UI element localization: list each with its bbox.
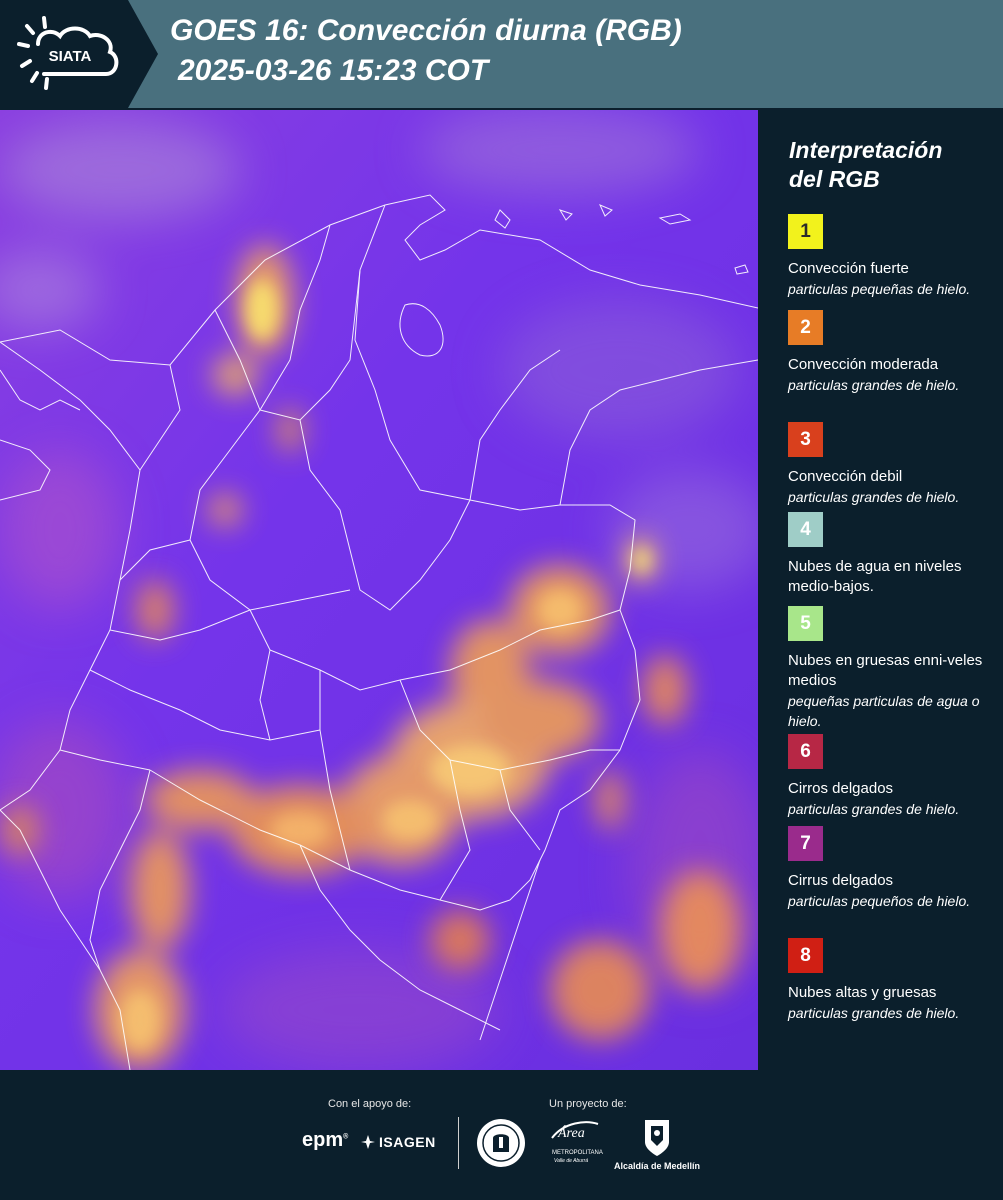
legend-swatch: 8: [788, 938, 823, 973]
satellite-image: [0, 110, 758, 1070]
area-logo-text: Área: [558, 1126, 585, 1141]
footer-divider: [458, 1117, 459, 1169]
area-logo-subtext-2: Valle de Aburrá: [554, 1158, 589, 1164]
siata-logo: SIATA: [17, 16, 119, 90]
medellin-seal-icon: [477, 1119, 525, 1167]
area-logo-subtext: METROPOLITANA: [552, 1150, 603, 1156]
legend-entry-text: Convección moderada particulas grandes de…: [788, 355, 988, 395]
legend-entry-label: Convección debil: [788, 468, 903, 485]
legend-entry-label: Cirros delgados: [788, 780, 894, 797]
legend-entry-description: pequeñas particulas de agua o hielo.: [788, 693, 980, 729]
legend-entry-description: particulas grandes de hielo.: [788, 377, 960, 393]
legend-entry-label: Nubes de agua en niveles medio-bajos.: [788, 558, 962, 595]
support-label: Con el apoyo de:: [328, 1098, 412, 1110]
legend-entry: 4 Nubes de agua en niveles medio-bajos.: [788, 512, 988, 597]
epm-logo-text: epm: [302, 1129, 344, 1151]
legend-entry-text: Nubes de agua en niveles medio-bajos.: [788, 557, 988, 597]
legend-entry-label: Convección moderada: [788, 356, 939, 373]
legend-entry: 2 Convección moderada particulas grandes d…: [788, 310, 988, 395]
medellin-shield-icon: [645, 1120, 669, 1156]
header-bar: SIATA GOES 16: Convección diurna (RGB) 2…: [0, 0, 1003, 108]
legend-entry-text: Nubes en gruesas enni-veles medios pequeñ…: [788, 651, 988, 731]
logo-arrow: [128, 0, 158, 108]
epm-logo-mark: ®: [343, 1133, 349, 1141]
legend-entry-label: Nubes altas y gruesas: [788, 984, 937, 1001]
legend-entry: 5 Nubes en gruesas enni-veles medios peque…: [788, 606, 988, 731]
legend-entry-text: Cirros delgados particulas grandes de hie…: [788, 779, 988, 819]
legend-entry-text: Convección fuerte particulas pequeñas de …: [788, 259, 988, 299]
page-datetime: 2025-03-26 15:23 COT: [178, 54, 489, 87]
legend-entry-description: particulas pequeños de hielo.: [788, 893, 971, 909]
footer: Con el apoyo de: Un proyecto de: epm® IS…: [0, 1070, 1003, 1200]
legend-entry-text: Nubes altas y gruesas particulas grandes …: [788, 983, 988, 1023]
legend-entry-label: Nubes en gruesas enni-veles medios: [788, 652, 983, 689]
legend-swatch: 6: [788, 734, 823, 769]
legend-panel: Interpretación del RGB 1 Convección fuert…: [776, 108, 996, 1070]
legend-entry-description: particulas grandes de hielo.: [788, 489, 960, 505]
legend-swatch: 3: [788, 422, 823, 457]
page-title: GOES 16: Convección diurna (RGB): [170, 14, 682, 47]
legend-entry: 1 Convección fuerte particulas pequeñas de…: [788, 214, 988, 299]
legend-swatch: 5: [788, 606, 823, 641]
legend-swatch: 1: [788, 214, 823, 249]
isagen-logo-text: ISAGEN: [379, 1134, 436, 1150]
siata-logo-text: SIATA: [49, 48, 92, 65]
isagen-logo: ISAGEN: [360, 1134, 436, 1150]
legend-entry-description: particulas pequeñas de hielo.: [788, 281, 971, 297]
legend-entry-description: particulas grandes de hielo.: [788, 801, 960, 817]
legend-entry: 3 Convección debil particulas grandes de h…: [788, 422, 988, 507]
logo-box: SIATA: [0, 0, 128, 108]
area-metropolitana-logo: Área METROPOLITANA Valle de Aburrá: [550, 1118, 603, 1168]
satellite-map: [0, 110, 758, 1070]
legend-entry-description: particulas grandes de hielo.: [788, 1005, 960, 1021]
legend-entry-label: Cirrus delgados: [788, 872, 894, 889]
legend-entry-text: Convección debil particulas grandes de hi…: [788, 467, 988, 507]
legend-entry: 8 Nubes altas y gruesas particulas grandes…: [788, 938, 988, 1023]
legend-title: Interpretación del RGB: [789, 136, 989, 194]
medellin-logo-text: Alcaldía de Medellín: [614, 1161, 701, 1171]
epm-logo: epm®: [302, 1129, 348, 1152]
legend-entry: 6 Cirros delgados particulas grandes de hi…: [788, 734, 988, 819]
legend-title-line1: Interpretación: [789, 137, 943, 163]
legend-swatch: 7: [788, 826, 823, 861]
isagen-icon: [361, 1135, 375, 1149]
project-label: Un proyecto de:: [549, 1098, 627, 1110]
legend-swatch: 2: [788, 310, 823, 345]
legend-swatch: 4: [788, 512, 823, 547]
legend-entry-label: Convección fuerte: [788, 260, 909, 277]
legend-title-line2: del RGB: [789, 166, 880, 192]
legend-entry: 7 Cirrus delgados particulas pequeños de h…: [788, 826, 988, 911]
legend-entry-text: Cirrus delgados particulas pequeños de hi…: [788, 871, 988, 911]
